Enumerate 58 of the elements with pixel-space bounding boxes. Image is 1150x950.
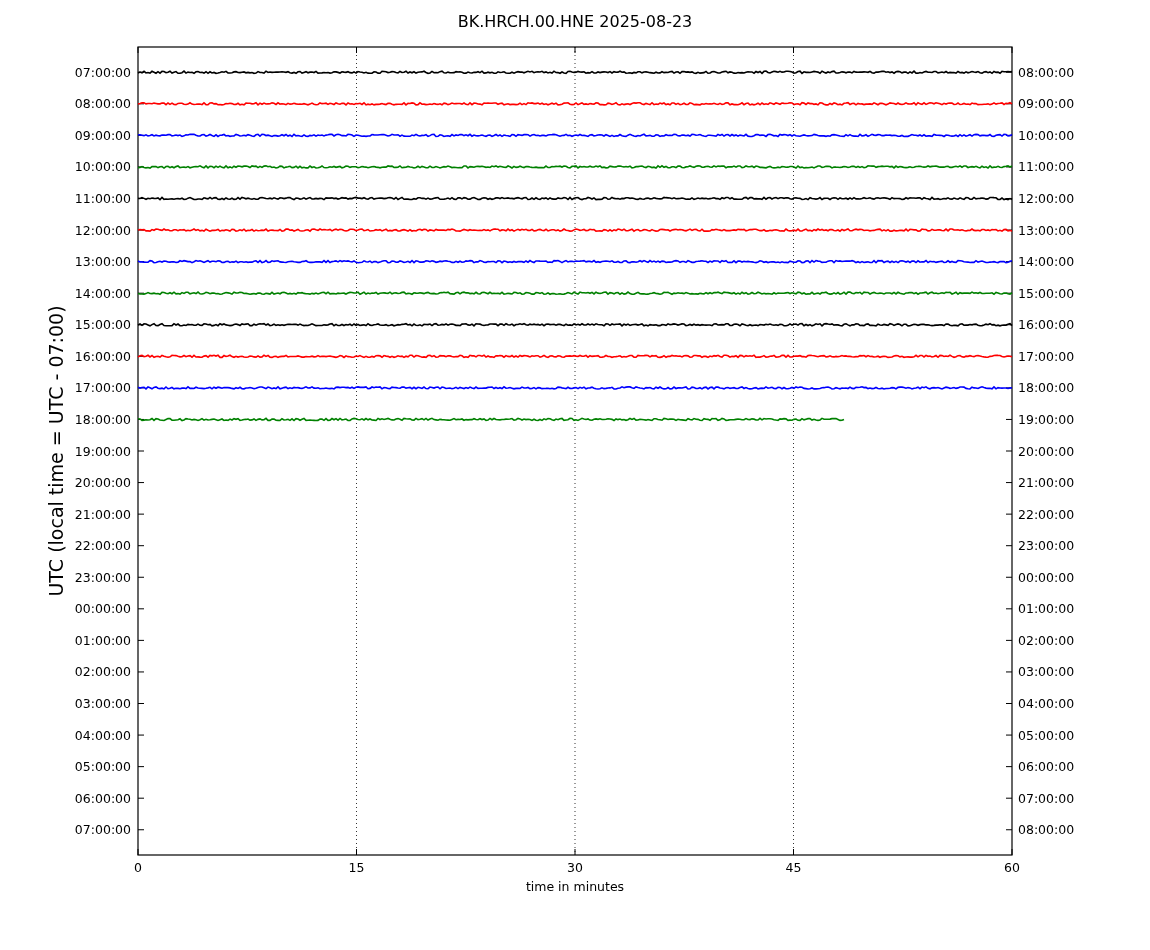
x-tick-label: 0 — [134, 860, 142, 875]
y-tick-label: 08:00:00 — [1018, 822, 1075, 838]
y-tick-label: 06:00:00 — [74, 790, 131, 806]
y-tick-label: 21:00:00 — [1018, 475, 1075, 491]
y-tick-label: 06:00:00 — [1018, 759, 1075, 775]
y-tick-label: 19:00:00 — [74, 443, 131, 459]
y-tick-label: 04:00:00 — [74, 727, 131, 743]
y-tick-label: 22:00:00 — [1018, 506, 1075, 522]
y-tick-label: 05:00:00 — [74, 759, 131, 775]
y-tick-label: 00:00:00 — [74, 601, 131, 617]
y-tick-label: 02:00:00 — [74, 664, 131, 680]
y-tick-label: 01:00:00 — [1018, 601, 1075, 617]
y-tick-label: 08:00:00 — [74, 96, 131, 112]
y-tick-label: 15:00:00 — [74, 317, 131, 333]
y-tick-label: 14:00:00 — [74, 285, 131, 301]
y-tick-label: 23:00:00 — [74, 569, 131, 585]
y-tick-label: 16:00:00 — [74, 348, 131, 364]
y-tick-label: 20:00:00 — [1018, 443, 1075, 459]
y-tick-label: 12:00:00 — [1018, 191, 1075, 206]
x-tick-label: 60 — [1004, 860, 1020, 875]
y-tick-label: 17:00:00 — [74, 380, 131, 396]
y-tick-label: 17:00:00 — [1018, 348, 1075, 364]
y-tick-label: 07:00:00 — [74, 822, 131, 838]
y-tick-label: 10:00:00 — [74, 159, 131, 175]
y-tick-label: 01:00:00 — [74, 632, 131, 648]
y-tick-label: 09:00:00 — [1018, 96, 1075, 112]
y-tick-label: 20:00:00 — [74, 475, 131, 491]
y-tick-label: 07:00:00 — [1018, 790, 1075, 806]
y-tick-label: 09:00:00 — [74, 127, 131, 143]
y-tick-label: 22:00:00 — [74, 538, 131, 554]
y-axis-label: UTC (local time = UTC - 07:00) — [45, 305, 67, 597]
x-tick-label: 30 — [567, 860, 583, 875]
y-tick-label: 23:00:00 — [1018, 538, 1075, 554]
x-axis-label: time in minutes — [525, 879, 625, 894]
y-tick-label: 08:00:00 — [1018, 64, 1075, 80]
y-tick-label: 13:00:00 — [74, 254, 131, 270]
y-tick-label: 11:00:00 — [74, 191, 131, 206]
chart-title: BK.HRCH.00.HNE 2025-08-23 — [457, 12, 693, 31]
y-tick-label: 04:00:00 — [1018, 696, 1075, 711]
y-tick-label: 03:00:00 — [1018, 664, 1075, 680]
x-tick-label: 15 — [348, 860, 365, 875]
y-tick-label: 14:00:00 — [1018, 254, 1075, 270]
y-tick-label: 18:00:00 — [74, 411, 131, 427]
y-tick-label: 13:00:00 — [1018, 222, 1075, 238]
y-tick-label: 12:00:00 — [74, 222, 131, 238]
y-tick-label: 05:00:00 — [1018, 727, 1075, 743]
y-tick-label: 18:00:00 — [1018, 380, 1075, 396]
y-tick-label: 07:00:00 — [74, 64, 131, 80]
y-tick-label: 19:00:00 — [1018, 411, 1075, 427]
x-tick-label: 45 — [785, 860, 802, 875]
y-tick-label: 11:00:00 — [1018, 159, 1075, 175]
y-tick-label: 10:00:00 — [1018, 127, 1075, 143]
y-tick-label: 00:00:00 — [1018, 569, 1075, 585]
y-tick-label: 15:00:00 — [1018, 285, 1075, 301]
y-tick-label: 16:00:00 — [1018, 317, 1075, 333]
y-tick-label: 21:00:00 — [74, 506, 131, 522]
y-tick-label: 03:00:00 — [74, 696, 131, 711]
y-tick-label: 02:00:00 — [1018, 632, 1075, 648]
